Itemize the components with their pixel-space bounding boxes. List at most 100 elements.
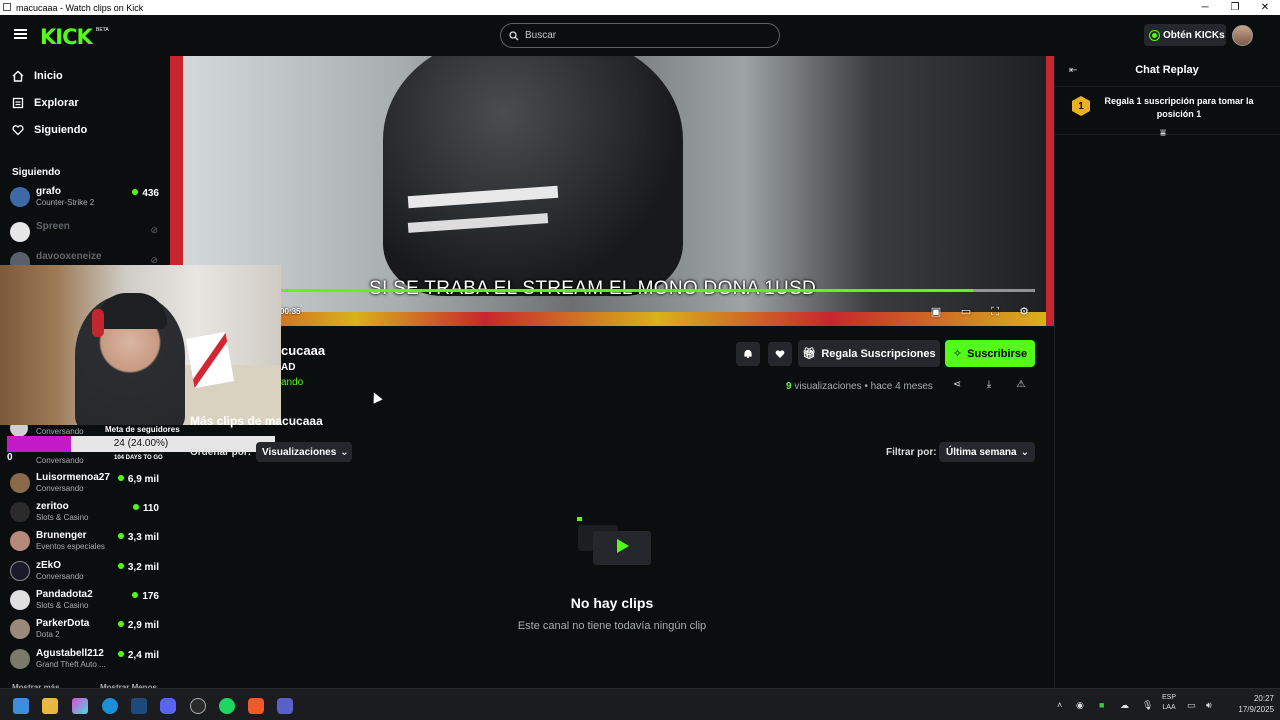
filter-by-label: Filtrar por: bbox=[886, 447, 937, 458]
follower-goal-min: 0 bbox=[7, 452, 13, 463]
discord-icon[interactable] bbox=[160, 698, 176, 714]
menu-icon[interactable] bbox=[14, 29, 27, 39]
theater-icon[interactable]: ▭ bbox=[960, 306, 972, 318]
following-name: grafo bbox=[36, 186, 61, 197]
webcam-background bbox=[185, 331, 235, 389]
following-item[interactable]: Spreen ⊘ bbox=[10, 221, 162, 247]
more-clips-heading: Más clips de macucaaa bbox=[190, 414, 323, 428]
steam-icon[interactable] bbox=[131, 698, 147, 714]
language-code: ESP bbox=[1162, 694, 1177, 701]
windows-start-icon[interactable] bbox=[13, 698, 29, 714]
viewer-count: 176 bbox=[132, 591, 159, 602]
network-icon[interactable]: ▭ bbox=[1187, 700, 1196, 711]
following-item[interactable]: Agustabell212 Grand Theft Auto ... 2,4 m… bbox=[10, 648, 162, 674]
file-explorer-icon[interactable] bbox=[42, 698, 58, 714]
nav-explorar-label: Explorar bbox=[34, 97, 79, 109]
clock-date: 17/9/2025 bbox=[1238, 705, 1274, 714]
following-item[interactable]: zEkO Conversando 3,2 mil bbox=[10, 560, 162, 586]
nav-siguiendo[interactable]: Siguiendo bbox=[12, 124, 87, 136]
headset bbox=[92, 309, 104, 337]
gift-subs-button[interactable]: 🎁︎ Regala Suscripciones bbox=[798, 340, 940, 367]
minimize-button[interactable]: ─ bbox=[1190, 2, 1220, 13]
following-item[interactable]: Pandadota2 Slots & Casino 176 bbox=[10, 589, 162, 615]
taskbar: ˄ ◉ ■ ☁ 🎙︎ ESP LAA ▭ 🔊︎ 20:27 17/9/2025 bbox=[0, 688, 1280, 720]
subscribe-button[interactable]: ✧ Suscribirse bbox=[945, 340, 1035, 367]
window-title: macucaaa - Watch clips on Kick bbox=[16, 2, 144, 13]
nav-inicio[interactable]: Inicio bbox=[12, 70, 63, 82]
gift-leaderboard-text: Regala 1 suscripción para tomar la posic… bbox=[1104, 96, 1254, 119]
following-heading: Siguiendo bbox=[12, 167, 61, 178]
following-category: Slots & Casino bbox=[36, 601, 89, 610]
tray-app-icon[interactable]: ■ bbox=[1099, 700, 1104, 710]
avatar bbox=[10, 531, 30, 551]
clip-category[interactable]: ando bbox=[281, 377, 303, 388]
following-name: zeritoo bbox=[36, 501, 69, 512]
following-category: Eventos especiales bbox=[36, 542, 105, 551]
obs-icon[interactable] bbox=[190, 698, 206, 714]
order-by-select[interactable]: Visualizaciones ⌄ bbox=[256, 442, 352, 462]
kicks-coin-icon bbox=[1150, 30, 1159, 40]
avatar bbox=[10, 619, 30, 639]
notify-button[interactable] bbox=[736, 342, 760, 366]
clip-stats: 9 visualizaciones • hace 4 meses bbox=[786, 381, 933, 392]
following-item[interactable]: Luisormenoa27 Conversando 6,9 mil bbox=[10, 472, 162, 498]
edge-icon[interactable] bbox=[102, 698, 118, 714]
channel-name[interactable]: cucaaa bbox=[281, 343, 325, 358]
order-by-value: Visualizaciones bbox=[262, 446, 337, 458]
following-name: Agustabell212 bbox=[36, 648, 104, 659]
following-name: Brunenger bbox=[36, 530, 87, 541]
video-progress-bar[interactable] bbox=[265, 289, 1035, 292]
following-item[interactable]: grafo Counter-Strike 2 436 bbox=[10, 186, 162, 212]
nav-explorar[interactable]: Explorar bbox=[12, 97, 79, 109]
search-box[interactable] bbox=[500, 23, 780, 48]
empty-clips-icon bbox=[577, 517, 651, 565]
fullscreen-icon[interactable]: ⛶ bbox=[989, 306, 1001, 318]
following-category: Conversando bbox=[36, 427, 84, 436]
following-item[interactable]: Brunenger Eventos especiales 3,3 mil bbox=[10, 530, 162, 556]
viewer-count: 3,3 mil bbox=[118, 532, 159, 543]
system-clock[interactable]: 20:27 17/9/2025 bbox=[1222, 693, 1274, 715]
close-window-button[interactable]: ✕ bbox=[1250, 2, 1280, 13]
filter-by-select[interactable]: Última semana ⌄ bbox=[939, 442, 1035, 462]
clip-title: AD bbox=[281, 362, 296, 373]
onedrive-icon[interactable]: ☁ bbox=[1120, 700, 1129, 711]
tray-expand-icon[interactable]: ˄ bbox=[1057, 700, 1062, 710]
empty-title: No hay clips bbox=[570, 595, 654, 611]
offline-icon: ⊘ bbox=[150, 225, 158, 235]
microphone-icon[interactable]: 🎙︎ bbox=[1142, 700, 1153, 711]
viewer-count: 2,4 mil bbox=[118, 650, 159, 661]
follower-goal-label: Meta de seguidores bbox=[105, 425, 180, 434]
download-icon[interactable]: ⤓ bbox=[982, 379, 996, 393]
maximize-button[interactable]: ❐ bbox=[1220, 2, 1250, 13]
pip-icon[interactable]: ▣ bbox=[930, 306, 942, 318]
report-icon[interactable]: ⚠ bbox=[1014, 379, 1028, 393]
get-kicks-button[interactable]: Obtén KICKs bbox=[1144, 24, 1226, 46]
chevron-down-icon: ⌄ bbox=[340, 446, 349, 458]
follower-goal-days: 104 DAYS TO GO bbox=[114, 455, 163, 461]
divider bbox=[1054, 134, 1280, 135]
volume-icon[interactable]: 🔊︎ bbox=[1206, 700, 1212, 711]
settings-icon[interactable]: ⚙ bbox=[1018, 306, 1030, 318]
teams-icon[interactable] bbox=[277, 698, 293, 714]
share-icon[interactable]: ⋖ bbox=[950, 379, 964, 393]
language-indicator[interactable]: ESP LAA bbox=[1162, 693, 1176, 713]
video-player[interactable]: SI SE TRABA EL STREAM EL MONO DONA 1USD … bbox=[170, 56, 1054, 326]
following-name: Luisormenoa27 bbox=[36, 472, 110, 483]
kick-logo[interactable]: KICK bbox=[40, 25, 93, 49]
following-category: Conversando bbox=[36, 572, 84, 581]
user-avatar[interactable] bbox=[1232, 25, 1253, 46]
search-input[interactable] bbox=[525, 30, 765, 41]
follow-button[interactable] bbox=[768, 342, 792, 366]
avatar bbox=[10, 222, 30, 242]
following-item[interactable]: ParkerDota Dota 2 2,9 mil bbox=[10, 618, 162, 644]
viewer-count: 110 bbox=[133, 503, 159, 514]
steam-tray-icon[interactable]: ◉ bbox=[1076, 700, 1084, 711]
avatar bbox=[10, 502, 30, 522]
spotify-icon[interactable] bbox=[219, 698, 235, 714]
expand-leaderboard-icon[interactable]: ⩸ bbox=[1160, 128, 1166, 139]
brave-icon[interactable] bbox=[248, 698, 264, 714]
copilot-icon[interactable] bbox=[72, 698, 88, 714]
following-category: Grand Theft Auto ... bbox=[36, 660, 106, 669]
following-item[interactable]: zeritoo Slots & Casino 110 bbox=[10, 501, 162, 527]
following-name: zEkO bbox=[36, 560, 62, 571]
